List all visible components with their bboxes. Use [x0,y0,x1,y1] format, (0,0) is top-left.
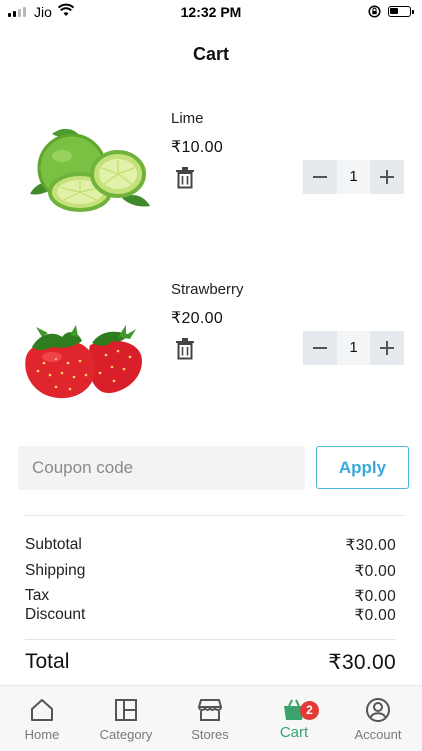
item-price: ₹20.00 [171,310,224,327]
increase-button[interactable] [370,331,404,365]
minus-icon [313,176,327,178]
orientation-lock-icon [368,5,381,18]
tab-label: Stores [191,727,229,742]
tab-label: Cart [279,724,309,741]
tab-category[interactable]: Category [84,686,168,751]
lime-image [30,128,150,212]
tab-stores[interactable]: Stores [168,686,252,751]
quantity-stepper: 1 [303,331,404,365]
quantity-value: 1 [349,168,358,185]
shipping-label: Shipping [25,562,86,579]
tax-value: ₹0.00 [354,588,396,605]
account-icon [366,698,390,722]
item-name: Strawberry [171,281,244,298]
coupon-code-input[interactable] [18,446,305,490]
tab-cart[interactable]: 2 Cart [252,686,336,751]
total-label: Total [25,650,70,673]
status-time: 12:32 PM [180,4,242,20]
apply-coupon-button[interactable]: Apply [316,446,409,489]
trash-icon[interactable] [176,338,194,360]
increase-button[interactable] [370,160,404,194]
tab-label: Home [24,727,60,742]
trash-icon[interactable] [176,167,194,189]
decrease-button[interactable] [303,160,337,194]
bottom-tab-bar: Home Category Stores 2 Cart Account [0,685,422,751]
tab-home[interactable]: Home [0,686,84,751]
decrease-button[interactable] [303,331,337,365]
cart-item: Lime ₹10.00 1 [0,100,422,240]
category-icon [115,699,137,721]
quantity-value: 1 [349,339,358,356]
divider [25,515,405,516]
item-name: Lime [171,110,204,127]
discount-value: ₹0.00 [354,607,396,624]
tax-label: Tax [25,587,50,604]
shipping-value: ₹0.00 [354,563,396,580]
minus-icon [313,347,327,349]
subtotal-label: Subtotal [25,536,82,553]
quantity-stepper: 1 [303,160,404,194]
tab-label: Category [99,727,153,742]
cart-count-badge: 2 [300,701,319,720]
discount-label: Discount [25,606,86,623]
tab-account[interactable]: Account [336,686,420,751]
status-bar: Jio 12:32 PM [0,0,422,24]
battery-icon [388,6,414,17]
divider [25,639,396,640]
home-icon [31,699,53,721]
subtotal-value: ₹30.00 [345,537,396,554]
strawberry-image [25,325,142,399]
store-icon [198,699,222,721]
total-value: ₹30.00 [328,651,396,674]
item-price: ₹10.00 [171,139,224,156]
page-title: Cart [192,44,229,64]
tab-label: Account [354,727,402,742]
cart-item: Strawberry ₹20.00 1 [0,271,422,411]
